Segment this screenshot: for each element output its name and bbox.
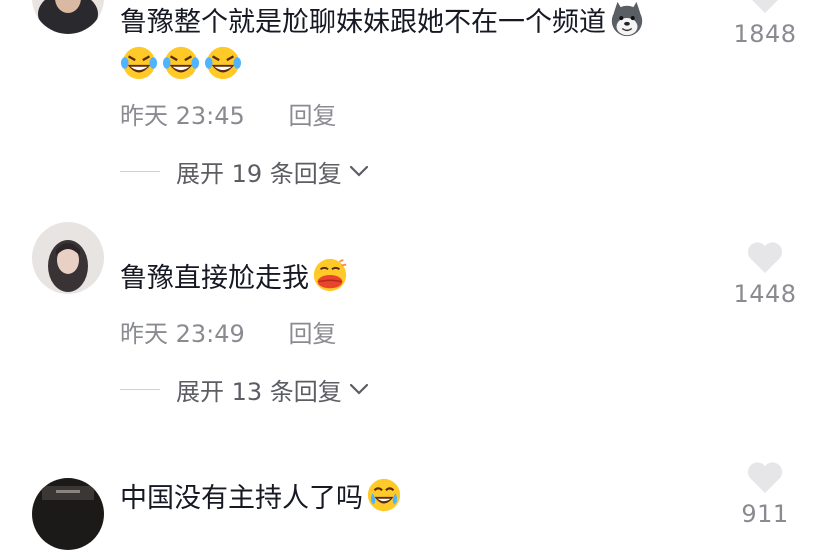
divider-line bbox=[120, 170, 160, 172]
husky-dog-emoji bbox=[611, 1, 643, 37]
avatar[interactable] bbox=[32, 222, 104, 294]
emoji-row bbox=[120, 44, 246, 82]
like-button[interactable]: 911 bbox=[720, 460, 810, 528]
rolling-laugh-emoji bbox=[204, 46, 242, 80]
rolling-laugh-emoji bbox=[120, 46, 158, 80]
expand-replies-label: 展开 13 条回复 bbox=[176, 377, 342, 406]
reply-button[interactable]: 回复 bbox=[288, 96, 336, 131]
comment-text: 鲁豫直接尬走我 bbox=[120, 256, 349, 301]
expand-replies-button[interactable]: 展开 13 条回复 bbox=[120, 374, 370, 406]
comment-time: 昨天 23:45 bbox=[120, 102, 245, 130]
avatar[interactable] bbox=[32, 0, 104, 34]
comment-meta: 昨天 23:49 回复 bbox=[120, 314, 336, 349]
like-count: 1448 bbox=[733, 280, 797, 308]
avatar[interactable] bbox=[32, 478, 104, 550]
rolling-laugh-emoji bbox=[162, 46, 200, 80]
like-count: 1848 bbox=[733, 20, 797, 48]
like-button[interactable]: 1848 bbox=[720, 0, 810, 48]
comment-text: 鲁豫整个就是尬聊妹妹跟她不在一个频道 bbox=[120, 0, 646, 45]
like-button[interactable]: 1448 bbox=[720, 240, 810, 308]
reply-button[interactable]: 回复 bbox=[288, 314, 336, 349]
chevron-down-icon bbox=[349, 383, 368, 395]
comment-text: 中国没有主持人了吗 bbox=[120, 476, 403, 521]
chevron-down-icon bbox=[349, 165, 368, 177]
comment-meta: 昨天 23:45 回复 bbox=[120, 96, 336, 131]
expand-replies-label: 展开 19 条回复 bbox=[176, 159, 342, 188]
divider-line bbox=[120, 388, 160, 390]
expand-replies-button[interactable]: 展开 19 条回复 bbox=[120, 156, 370, 188]
heart-icon bbox=[747, 462, 783, 493]
heart-icon bbox=[747, 242, 783, 273]
comment-time: 昨天 23:49 bbox=[120, 320, 245, 348]
kiss-lips-emoji bbox=[313, 258, 347, 292]
heart-icon bbox=[752, 0, 778, 13]
like-count: 911 bbox=[741, 500, 789, 528]
tears-of-joy-emoji bbox=[367, 478, 401, 512]
